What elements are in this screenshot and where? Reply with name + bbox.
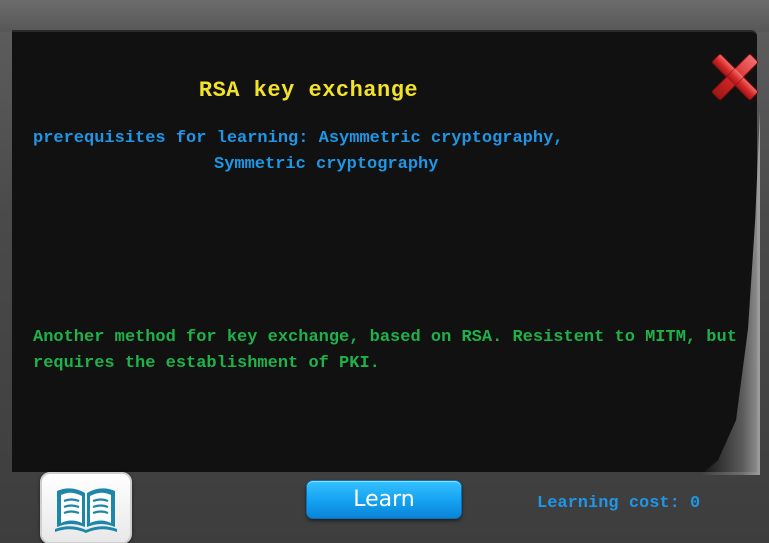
learning-cost-value: 0 bbox=[690, 494, 701, 513]
prerequisites-text: prerequisites for learning: Asymmetric c… bbox=[33, 126, 693, 178]
learning-cost-label: Learning cost: bbox=[537, 494, 680, 513]
window-frame-top bbox=[0, 0, 769, 32]
description-text: Another method for key exchange, based o… bbox=[33, 328, 737, 373]
close-button[interactable] bbox=[706, 48, 764, 106]
prerequisites-line-2: Symmetric cryptography bbox=[214, 155, 439, 174]
card-title: RSA key exchange bbox=[198, 78, 419, 103]
learn-button[interactable]: Learn bbox=[306, 480, 462, 519]
close-icon bbox=[711, 53, 759, 101]
book-icon bbox=[55, 488, 117, 533]
learning-cost: Learning cost: 0 bbox=[537, 494, 700, 513]
book-button[interactable] bbox=[40, 472, 132, 543]
prerequisites-line-1: prerequisites for learning: Asymmetric c… bbox=[33, 129, 564, 148]
